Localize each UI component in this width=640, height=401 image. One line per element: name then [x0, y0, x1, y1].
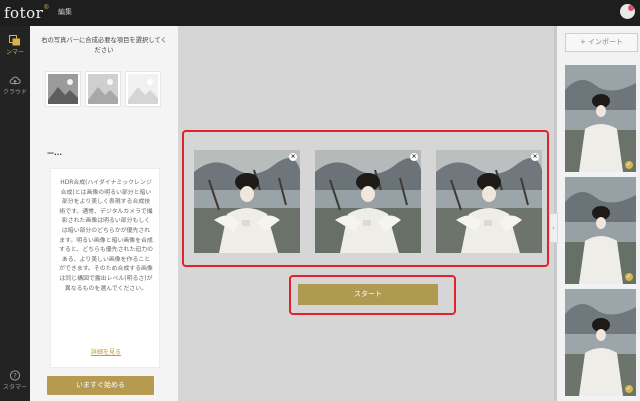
strip-photo[interactable]: ✓: [565, 65, 636, 172]
selected-check-icon: ✓: [625, 161, 633, 169]
top-bar: fotor® 編集: [0, 0, 640, 26]
menu-edit[interactable]: 編集: [58, 7, 72, 17]
photo-bride: [565, 65, 636, 172]
panel-instruction: 右の写真バーに合成必要な項目を選択してください: [41, 37, 167, 54]
cloud-upload-icon: [9, 76, 21, 85]
collapse-strip-handle[interactable]: ›: [549, 213, 558, 243]
photo-bride: [565, 289, 636, 396]
landscape-image-icon: [48, 74, 78, 104]
help-icon: ?: [9, 370, 21, 381]
rail-item-label: ンマー: [5, 49, 24, 56]
rail-item-cloud[interactable]: クラウド: [0, 75, 30, 96]
landscape-image-icon: [88, 74, 118, 104]
selected-check-icon: ✓: [625, 385, 633, 393]
section-title: —...: [47, 149, 62, 157]
sample-image-light[interactable]: [125, 71, 161, 107]
fotor-hdr-app: fotor® 編集 ンマー クラウド ? スタマー 右の写真バーに合成必要な項目…: [0, 0, 640, 401]
selection-highlight: [182, 130, 549, 267]
rail-item-label: クラウド: [2, 89, 27, 96]
selected-check-icon: ✓: [625, 273, 633, 281]
logo-mark: ®: [43, 4, 50, 11]
photo-bride: [565, 177, 636, 284]
collage-icon: [9, 35, 20, 46]
left-rail: ンマー クラウド ? スタマー: [0, 26, 30, 401]
import-button[interactable]: + インポート: [565, 33, 638, 52]
sample-image-dark[interactable]: [45, 71, 81, 107]
sample-image-medium[interactable]: [85, 71, 121, 107]
start-highlight: [289, 275, 456, 315]
hdr-side-panel: 右の写真バーに合成必要な項目を選択してください —... HDR合成(ハイダイナ…: [30, 26, 178, 401]
user-avatar[interactable]: [620, 4, 635, 19]
rail-item-collage[interactable]: ンマー: [0, 35, 30, 56]
strip-photo[interactable]: ✓: [565, 289, 636, 396]
hdr-description: HDR合成(ハイダイナミックレンジ合成)とは画像の明るい部分と暗い部分をより美し…: [59, 180, 154, 292]
details-link[interactable]: 詳細を見る: [51, 347, 161, 356]
rail-item-label: スタマー: [2, 384, 27, 391]
sample-images: [45, 71, 165, 107]
fotor-logo[interactable]: fotor®: [4, 4, 50, 22]
strip-photo[interactable]: ✓: [565, 177, 636, 284]
rail-item-help[interactable]: ? スタマー: [0, 370, 30, 391]
landscape-image-icon: [128, 74, 158, 104]
start-now-button[interactable]: いますぐ始める: [47, 376, 154, 395]
svg-text:?: ?: [13, 372, 17, 380]
description-card: HDR合成(ハイダイナミックレンジ合成)とは画像の明るい部分と暗い部分をより美し…: [50, 168, 160, 368]
logo-text: fotor: [4, 4, 44, 22]
